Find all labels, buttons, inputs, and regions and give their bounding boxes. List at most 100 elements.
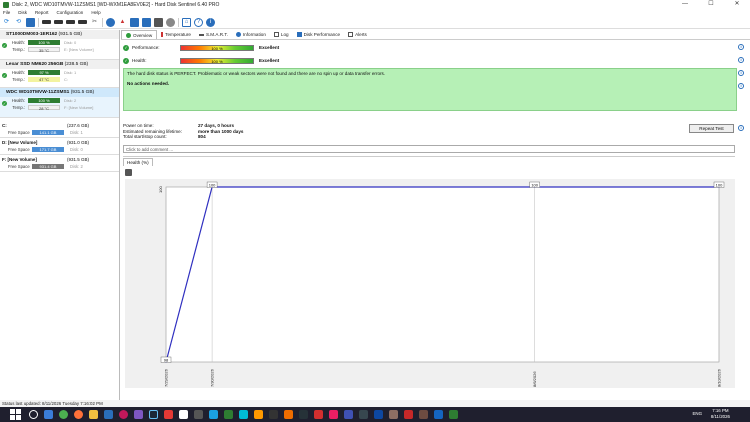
tab-log[interactable]: Log [270, 30, 293, 39]
drive-icon[interactable] [42, 20, 51, 24]
send-report-icon[interactable] [142, 17, 151, 27]
app-icon[interactable] [224, 410, 233, 419]
drive-surface-icon[interactable] [66, 20, 75, 24]
app-icon[interactable] [299, 410, 308, 419]
data-label: 100 [209, 182, 216, 187]
app-icon[interactable] [434, 410, 443, 419]
tab-alerts[interactable]: Alerts [344, 30, 371, 39]
report-icon[interactable] [130, 17, 139, 27]
volume-item-0[interactable]: C: (237.6 GB) Free Space 141.1 GB Disk: 1 [0, 121, 119, 138]
app-icon[interactable] [359, 410, 368, 419]
windows-start-icon[interactable] [10, 409, 21, 420]
alert-icon[interactable]: ▲ [118, 18, 127, 27]
tab-smart[interactable]: S.M.A.R.T. [195, 30, 232, 39]
tab-overview[interactable]: Overview [121, 30, 158, 39]
tab-health-chart[interactable]: Health (%) [123, 158, 153, 166]
info-icon[interactable]: i [738, 44, 744, 50]
volume-item-1[interactable]: D: [New Volume] (931.0 GB) Free Space 171.… [0, 138, 119, 155]
volume-disk: Disk: 1 [70, 130, 83, 135]
app-icon[interactable] [209, 410, 218, 419]
app-icon[interactable] [314, 410, 323, 419]
disk-index: Disk: 1 [64, 70, 77, 75]
info-icon[interactable]: i [738, 125, 744, 131]
app-icon[interactable] [284, 410, 293, 419]
x-tick-label: 8/10/2026 [717, 368, 722, 387]
app-icon[interactable] [389, 410, 398, 419]
firefox-icon[interactable] [74, 410, 83, 419]
save-icon[interactable] [125, 169, 132, 176]
app-icon[interactable] [449, 410, 458, 419]
maximize-button[interactable]: ☐ [698, 0, 724, 9]
volume-item-2[interactable]: F: [New Volume] (931.5 GB) Free Space 931.… [0, 155, 119, 172]
health-row: ✓ Health: 100 % Excellent [123, 56, 279, 65]
help-icon[interactable]: ? [194, 17, 203, 27]
steam-icon[interactable] [149, 410, 158, 419]
menu-bar: File Disk Report Configuration Help [0, 9, 750, 16]
home-icon[interactable]: ⌂ [182, 17, 191, 27]
startstop-value: 804 [198, 134, 206, 139]
disk-list-panel: ST1000DM003-1ER162 (931.5 GB) ✓ Health: 1… [0, 30, 120, 400]
info-icon[interactable]: i [206, 17, 215, 27]
app-icon[interactable] [164, 410, 173, 419]
disk-item-2[interactable]: WDC WD10TMVW-11ZSMS1 (931.5 GB) ✓ Health… [0, 88, 119, 118]
tab-information[interactable]: Information [232, 30, 270, 39]
menu-file[interactable]: File [3, 10, 10, 15]
tools-icon[interactable]: ✂ [90, 18, 99, 27]
info-icon[interactable]: i [738, 57, 744, 63]
tab-label: Information [242, 32, 266, 37]
window-title: Disk: 2, WDC WD10TMVW-11ZSMS1 [WD-WXM1EA… [12, 1, 220, 8]
refresh-all-icon[interactable]: ⟲ [14, 18, 23, 27]
app-icon[interactable] [329, 410, 338, 419]
search-icon[interactable] [29, 410, 38, 419]
refresh-icon[interactable]: ⟳ [2, 18, 11, 27]
tab-label: Temperature [165, 32, 191, 37]
drive-tools-icon[interactable] [78, 20, 87, 24]
info-icon[interactable]: i [738, 83, 744, 89]
close-button[interactable]: ✕ [724, 0, 750, 9]
app-icon[interactable] [239, 410, 248, 419]
app-icon[interactable] [269, 410, 278, 419]
disk-item-1[interactable]: Lexar SSD NM620 256GB (238.5 GB) ✓ Healt… [0, 60, 119, 88]
menu-configuration[interactable]: Configuration [57, 10, 84, 15]
info-icon[interactable]: i [738, 70, 744, 76]
disk-capacity: (931.5 GB) [70, 90, 95, 95]
app-icon[interactable] [194, 410, 203, 419]
app-icon[interactable] [404, 410, 413, 419]
drive-test-icon[interactable] [54, 20, 63, 24]
app-icon[interactable] [374, 410, 383, 419]
performance-bar: 100 % [180, 44, 254, 51]
clock[interactable]: 7:16 PM 8/11/2026 [711, 408, 730, 420]
disk-name: WDC WD10TMVW-11ZSMS1 [6, 90, 70, 95]
file-explorer-icon[interactable] [89, 410, 98, 419]
comment-field[interactable]: Click to add comment ... [123, 145, 735, 153]
disk-volume: C: [64, 77, 68, 82]
tab-temperature[interactable]: Temperature [157, 30, 195, 39]
app-icon[interactable] [104, 410, 113, 419]
app-icon[interactable] [179, 410, 188, 419]
repeat-test-button[interactable]: Repeat Test [689, 124, 734, 133]
startstop-label: Total start/stop count: [123, 134, 167, 139]
volume-disk: Disk: 2 [70, 164, 83, 169]
health-value: Excellent [259, 58, 280, 63]
menu-report[interactable]: Report [35, 10, 49, 15]
status-bar: Status last updated: 8/11/2026 Tuesday 7… [0, 400, 750, 407]
language-indicator[interactable]: ENG [692, 411, 702, 416]
disk-item-0[interactable]: ST1000DM003-1ER162 (931.5 GB) ✓ Health: 1… [0, 30, 119, 60]
app-icon[interactable] [344, 410, 353, 419]
disk-info-icon[interactable] [26, 17, 35, 27]
taskbar: ENG 7:16 PM 8/11/2026 [0, 407, 750, 422]
globe-icon[interactable] [106, 17, 115, 27]
menu-disk[interactable]: Disk [18, 10, 27, 15]
vlc-icon[interactable] [254, 410, 263, 419]
app-icon[interactable] [419, 410, 428, 419]
app-icon[interactable] [134, 410, 143, 419]
print-icon[interactable] [154, 17, 163, 27]
app-icon[interactable] [119, 410, 128, 419]
health-bar: 100 % [28, 40, 60, 45]
task-view-icon[interactable] [44, 410, 53, 419]
chrome-icon[interactable] [59, 410, 68, 419]
settings-icon[interactable] [166, 17, 175, 27]
tab-disk-performance[interactable]: Disk Performance [293, 30, 345, 39]
minimize-button[interactable]: — [672, 0, 698, 9]
menu-help[interactable]: Help [91, 10, 100, 15]
